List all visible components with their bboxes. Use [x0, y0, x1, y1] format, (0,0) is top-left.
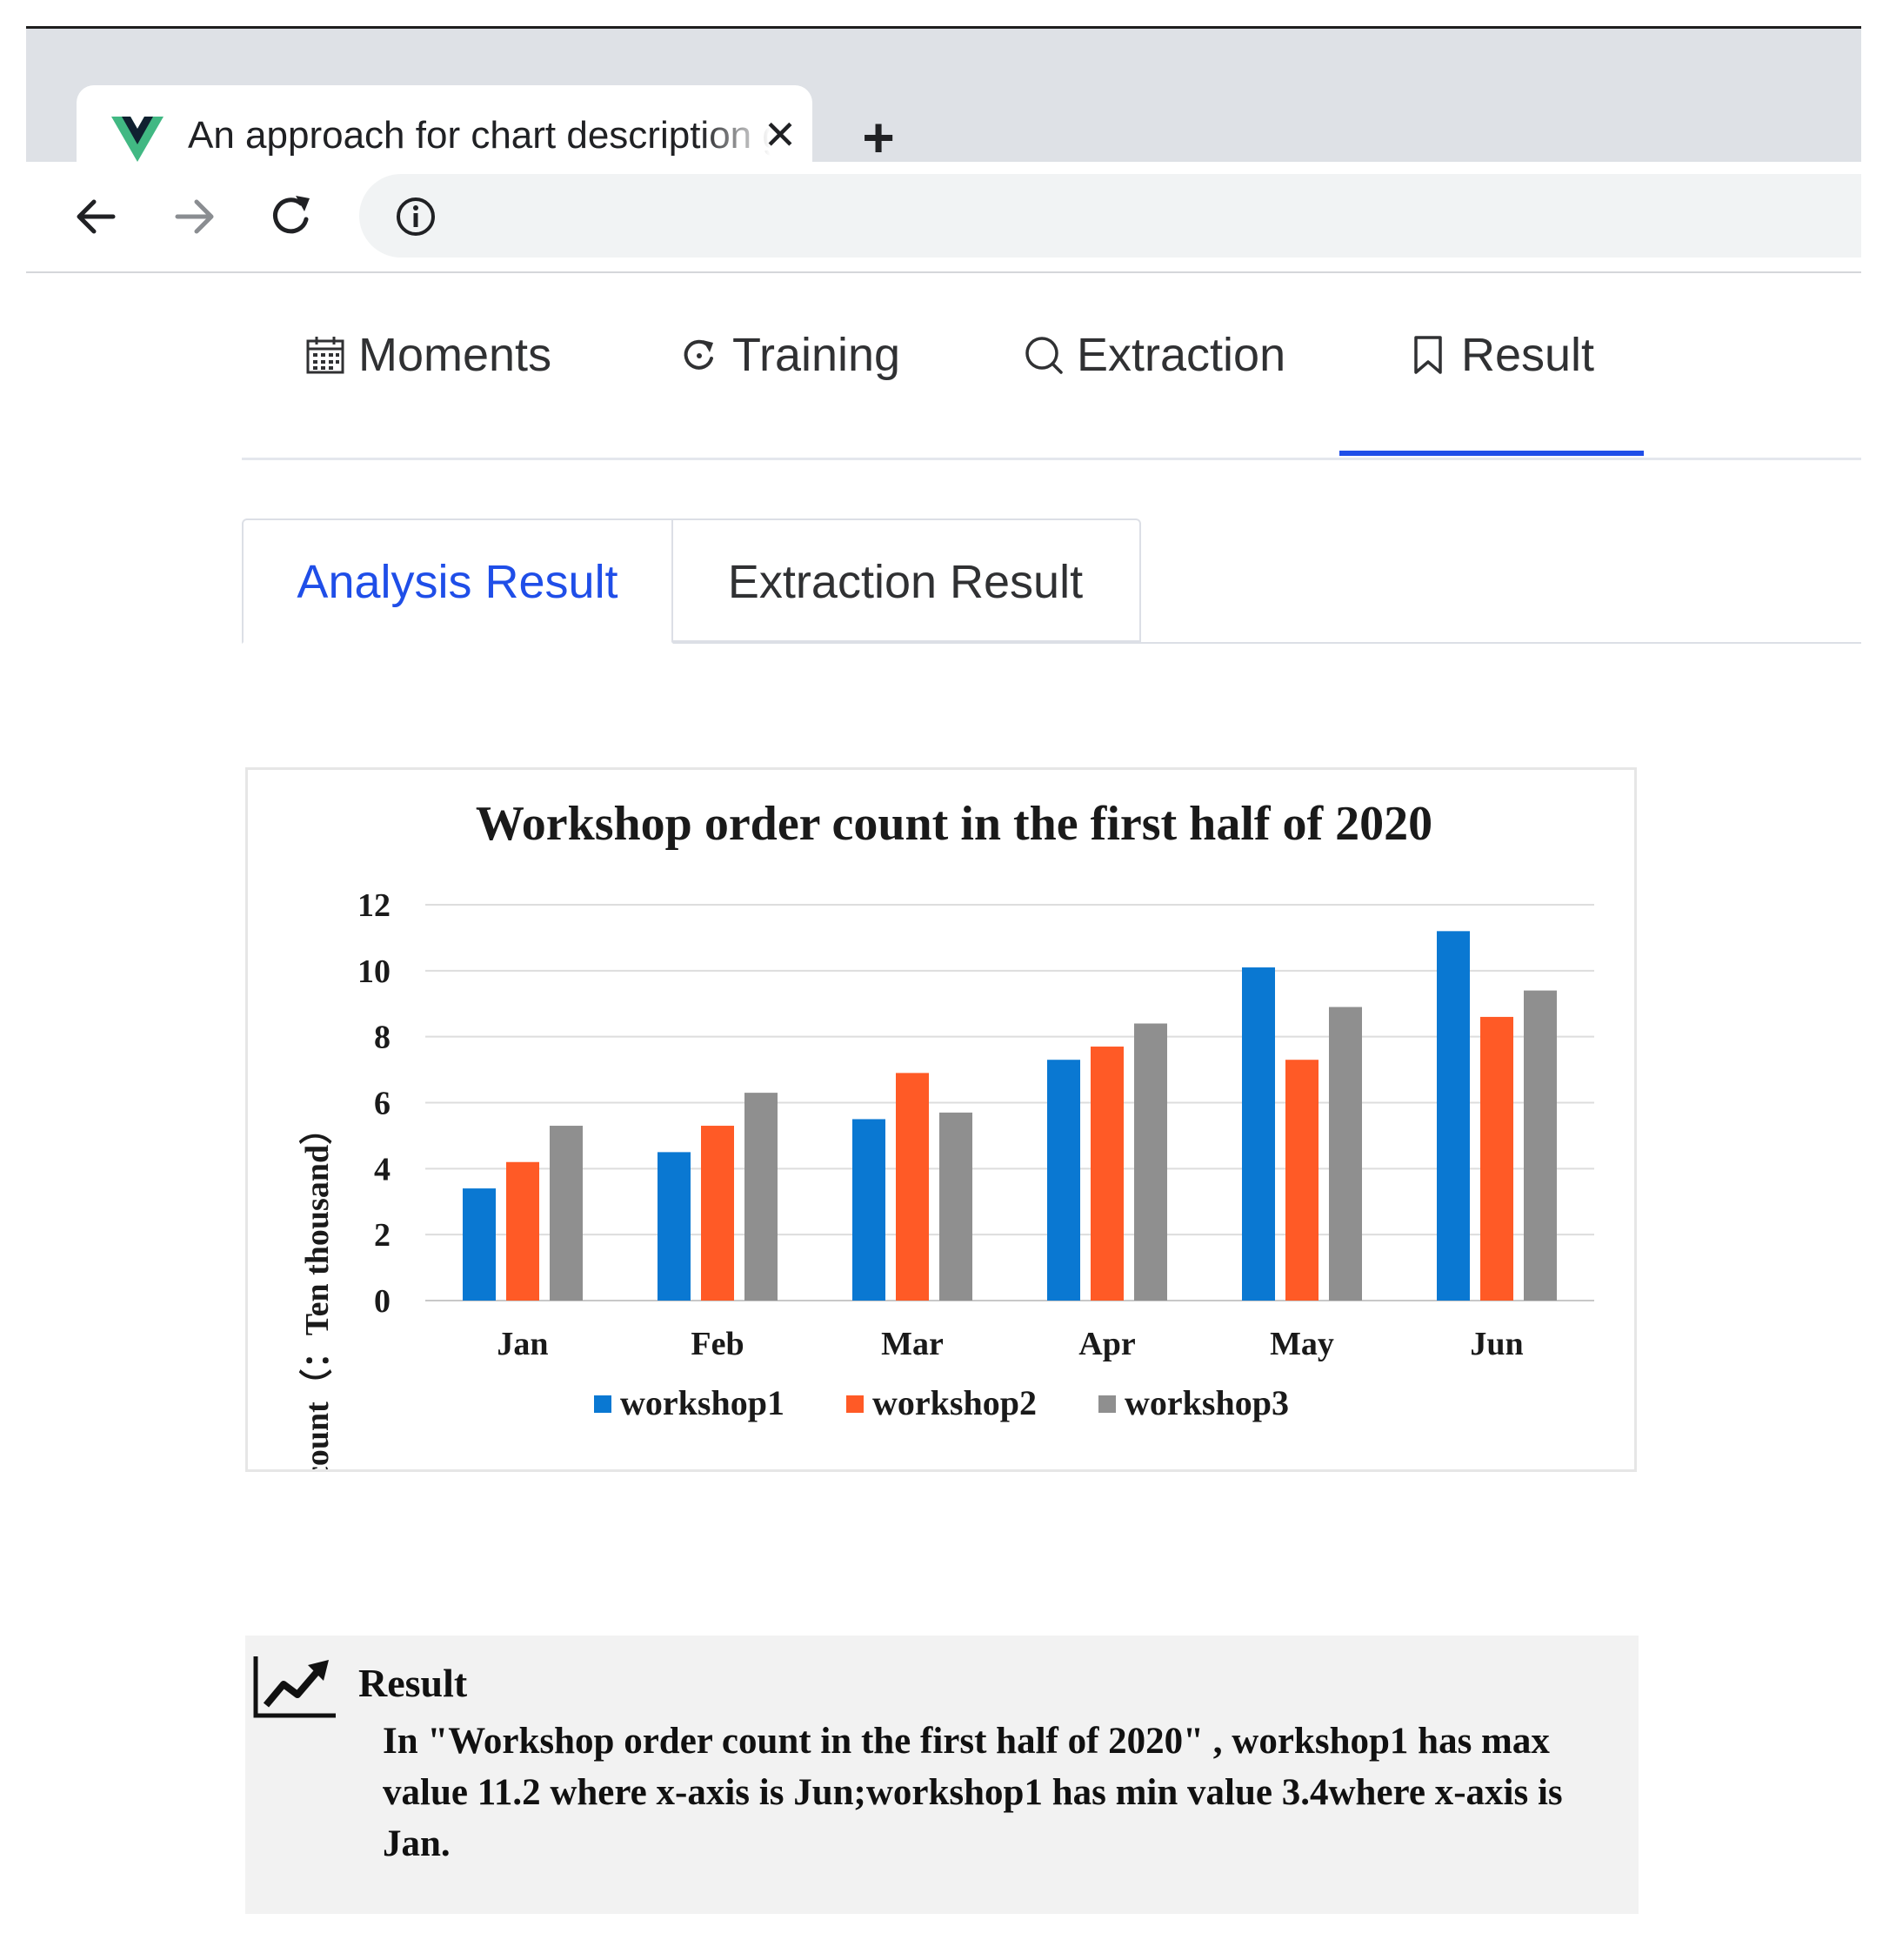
legend-swatch-workshop2	[846, 1395, 864, 1413]
bar-workshop3-jan	[550, 1126, 583, 1301]
y-tick-label: 8	[374, 1020, 391, 1056]
y-tick-label: 12	[357, 887, 391, 924]
x-tick-label: Mar	[881, 1326, 944, 1362]
y-axis-label: Order count（：Ten thousand）	[299, 1112, 336, 1469]
y-tick-label: 6	[374, 1086, 391, 1122]
nav-item-result[interactable]: Result	[1407, 329, 1594, 381]
calendar-icon	[306, 337, 344, 374]
bar-workshop2-jun	[1480, 1016, 1513, 1301]
back-arrow-icon[interactable]	[68, 188, 125, 245]
bar-workshop2-jan	[506, 1161, 539, 1301]
x-tick-label: Feb	[691, 1326, 744, 1362]
bar-workshop3-feb	[744, 1093, 778, 1301]
tab-title: An approach for chart description genera…	[188, 114, 771, 157]
bar-workshop3-may	[1329, 1007, 1362, 1301]
vue-logo-icon	[111, 117, 164, 162]
bar-workshop1-apr	[1047, 1060, 1080, 1301]
reload-icon[interactable]	[263, 188, 320, 245]
bar-workshop2-feb	[701, 1126, 734, 1301]
legend-label-workshop3: workshop3	[1125, 1383, 1289, 1422]
legend-swatch-workshop3	[1098, 1395, 1116, 1413]
refresh-icon	[684, 339, 713, 370]
bar-workshop3-jun	[1524, 990, 1557, 1301]
x-tick-label: Apr	[1078, 1326, 1136, 1362]
result-subtabs: Analysis Result Extraction Result	[242, 518, 1861, 644]
bar-workshop1-feb	[658, 1152, 691, 1301]
chart-card: Workshop order count in the first half o…	[245, 767, 1637, 1472]
bar-workshop1-mar	[852, 1119, 885, 1301]
y-tick-label: 4	[374, 1151, 391, 1187]
bar-chart: Workshop order count in the first half o…	[299, 797, 1594, 1469]
y-tick-label: 2	[374, 1217, 391, 1254]
forward-arrow-icon[interactable]	[165, 188, 223, 245]
nav-label-training: Training	[732, 329, 901, 381]
bar-workshop2-mar	[896, 1073, 929, 1301]
trend-chart-icon	[253, 1656, 336, 1718]
y-tick-label: 0	[374, 1283, 391, 1320]
x-tick-label: Jan	[497, 1326, 548, 1362]
bar-workshop2-apr	[1091, 1047, 1124, 1301]
chart-title: Workshop order count in the first half o…	[476, 797, 1432, 851]
new-tab-button[interactable]: +	[852, 110, 905, 165]
bar-workshop1-jun	[1437, 931, 1470, 1301]
result-title: Result	[358, 1661, 468, 1705]
bar-workshop2-may	[1285, 1060, 1319, 1301]
result-panel: Result In "Workshop order count in the f…	[245, 1636, 1639, 1914]
browser-toolbar	[26, 162, 1861, 273]
address-bar[interactable]	[359, 174, 1861, 258]
bar-workshop1-jan	[463, 1188, 496, 1301]
bar-workshop3-mar	[939, 1112, 972, 1301]
x-tick-label: May	[1270, 1326, 1334, 1362]
tab-analysis-result[interactable]: Analysis Result	[242, 518, 673, 644]
legend-label-workshop2: workshop2	[872, 1383, 1037, 1422]
close-tab-icon[interactable]: ✕	[758, 113, 802, 157]
legend-swatch-workshop1	[594, 1395, 611, 1413]
active-tab-indicator	[1339, 451, 1644, 456]
nav-item-training[interactable]: Training	[678, 329, 900, 381]
result-text: In "Workshop order count in the first ha…	[383, 1721, 1563, 1864]
search-icon	[1025, 337, 1063, 374]
bar-workshop3-apr	[1134, 1023, 1167, 1301]
bookmark-icon	[1414, 336, 1442, 374]
legend-label-workshop1: workshop1	[620, 1383, 784, 1422]
nav-label-result: Result	[1461, 329, 1595, 381]
nav-item-extraction[interactable]: Extraction	[1023, 329, 1285, 381]
x-tick-label: Jun	[1470, 1326, 1523, 1362]
tab-extraction-result[interactable]: Extraction Result	[671, 518, 1141, 642]
app-nav: Moments Training Extraction Result	[242, 296, 1861, 460]
nav-label-extraction: Extraction	[1077, 329, 1286, 381]
info-icon[interactable]	[394, 195, 437, 238]
bar-workshop1-may	[1242, 967, 1275, 1301]
y-tick-label: 10	[357, 953, 391, 990]
browser-tab-strip: An approach for chart description genera…	[26, 29, 1861, 191]
nav-item-moments[interactable]: Moments	[304, 329, 551, 381]
nav-label-moments: Moments	[358, 329, 552, 381]
